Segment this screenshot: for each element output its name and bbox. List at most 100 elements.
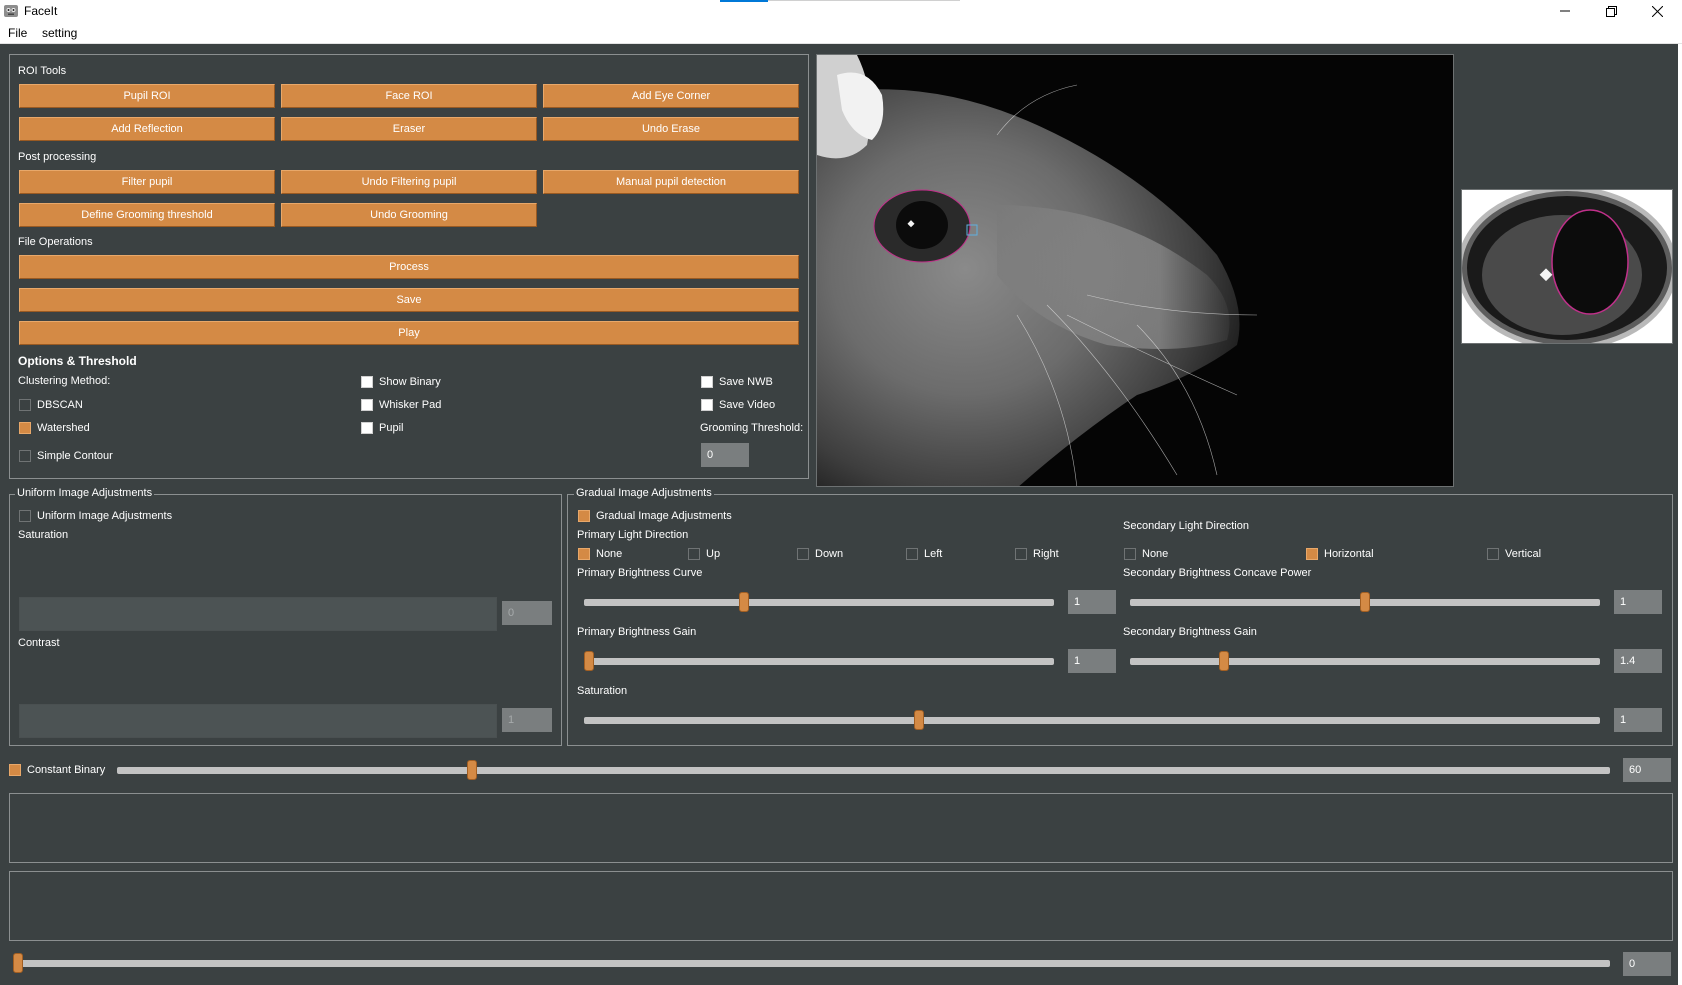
window-title: FaceIt (24, 4, 58, 18)
uniform-contrast-slider[interactable] (19, 704, 497, 738)
primary-direction-down-checkbox[interactable]: Down (797, 547, 843, 561)
frame-slider[interactable] (13, 953, 1610, 973)
filter-pupil-button[interactable]: Filter pupil (19, 170, 275, 194)
slider-handle[interactable] (914, 710, 925, 730)
app-icon (4, 5, 18, 17)
options-title: Options & Threshold (18, 354, 137, 368)
uniform-adjustments-legend: Uniform Image Adjustments (15, 487, 155, 499)
manual-pupil-detection-button[interactable]: Manual pupil detection (543, 170, 799, 194)
checkbox-box (361, 376, 373, 388)
slider-handle[interactable] (1219, 651, 1229, 671)
minimize-button[interactable] (1542, 0, 1588, 22)
plot-panel-bottom[interactable] (9, 871, 1673, 941)
slider-handle[interactable] (583, 651, 594, 671)
uniform-adjustments-checkbox[interactable]: Uniform Image Adjustments (19, 509, 172, 523)
simple-contour-checkbox[interactable]: Simple Contour (19, 449, 113, 463)
plot-panel-top[interactable] (9, 793, 1673, 863)
add-reflection-button[interactable]: Add Reflection (19, 117, 275, 141)
slider-handle[interactable] (1360, 592, 1370, 612)
checkbox-box (701, 376, 713, 388)
secondary-direction-horizontal-checkbox[interactable]: Horizontal (1306, 547, 1374, 561)
secondary-concave-power-slider[interactable] (1130, 592, 1600, 612)
checkbox-box (19, 510, 31, 522)
show-binary-checkbox[interactable]: Show Binary (361, 375, 441, 389)
primary-light-direction-label: Primary Light Direction (577, 529, 689, 541)
primary-brightness-curve-input[interactable]: 1 (1068, 590, 1116, 614)
restore-icon (1605, 5, 1617, 17)
menu-file[interactable]: File (8, 26, 27, 40)
uniform-saturation-slider[interactable] (19, 597, 497, 631)
undo-erase-button[interactable]: Undo Erase (543, 117, 799, 141)
uniform-saturation-label: Saturation (18, 529, 69, 541)
undo-filtering-pupil-button[interactable]: Undo Filtering pupil (281, 170, 537, 194)
whisker-pad-checkbox[interactable]: Whisker Pad (361, 398, 441, 412)
undo-grooming-button[interactable]: Undo Grooming (281, 203, 537, 227)
primary-brightness-curve-slider[interactable] (584, 592, 1054, 612)
pupil-roi-preview (1461, 189, 1673, 344)
eraser-button[interactable]: Eraser (281, 117, 537, 141)
constant-binary-checkbox[interactable]: Constant Binary (9, 763, 105, 777)
primary-direction-none-checkbox[interactable]: None (578, 547, 622, 561)
close-button[interactable] (1634, 0, 1680, 22)
save-nwb-checkbox[interactable]: Save NWB (701, 375, 773, 389)
pupil-checkbox[interactable]: Pupil (361, 421, 403, 435)
close-icon (1651, 5, 1663, 17)
primary-direction-right-checkbox[interactable]: Right (1015, 547, 1059, 561)
constant-binary-slider[interactable] (117, 760, 1610, 780)
secondary-concave-power-input[interactable]: 1 (1614, 590, 1662, 614)
pupil-roi-button[interactable]: Pupil ROI (19, 84, 275, 108)
gradual-adjustments-legend: Gradual Image Adjustments (574, 487, 714, 499)
post-processing-title: Post processing (18, 151, 97, 163)
gradual-adjustments-checkbox[interactable]: Gradual Image Adjustments (578, 509, 732, 523)
secondary-concave-power-label: Secondary Brightness Concave Power (1123, 567, 1312, 579)
play-button[interactable]: Play (19, 321, 799, 345)
menu-bar: File setting (0, 22, 1682, 44)
grooming-threshold-label: Grooming Threshold: (700, 422, 804, 434)
save-button[interactable]: Save (19, 288, 799, 312)
checkbox-box (9, 764, 21, 776)
process-button[interactable]: Process (19, 255, 799, 279)
checkbox-box (19, 450, 31, 462)
dbscan-checkbox[interactable]: DBSCAN (19, 398, 83, 412)
uniform-contrast-label: Contrast (18, 637, 60, 649)
slider-handle[interactable] (738, 592, 749, 612)
checkbox-box (1124, 548, 1136, 560)
watershed-checkbox[interactable]: Watershed (19, 421, 90, 435)
secondary-direction-none-checkbox[interactable]: None (1124, 547, 1168, 561)
primary-direction-left-checkbox[interactable]: Left (906, 547, 942, 561)
checkbox-box (701, 399, 713, 411)
clustering-method-label: Clustering Method: (18, 375, 111, 387)
menu-setting[interactable]: setting (42, 26, 77, 40)
uniform-saturation-input[interactable]: 0 (502, 601, 552, 625)
checkbox-box (1306, 548, 1318, 560)
roi-tools-title: ROI Tools (18, 65, 67, 77)
frame-input[interactable]: 0 (1623, 952, 1671, 976)
checkbox-box (19, 422, 31, 434)
face-roi-button[interactable]: Face ROI (281, 84, 537, 108)
gradual-saturation-input[interactable]: 1 (1614, 708, 1662, 732)
title-bar: FaceIt (0, 0, 1682, 22)
primary-brightness-gain-input[interactable]: 1 (1068, 649, 1116, 673)
save-video-checkbox[interactable]: Save Video (701, 398, 775, 412)
checkbox-box (688, 548, 700, 560)
primary-brightness-gain-label: Primary Brightness Gain (577, 626, 697, 638)
video-display[interactable] (816, 54, 1454, 487)
title-accent-line (720, 0, 768, 2)
secondary-direction-vertical-checkbox[interactable]: Vertical (1487, 547, 1541, 561)
define-grooming-threshold-button[interactable]: Define Grooming threshold (19, 203, 275, 227)
primary-brightness-gain-slider[interactable] (583, 651, 1054, 671)
gradual-saturation-slider[interactable] (584, 710, 1600, 730)
title-divider-line (768, 0, 960, 1)
secondary-brightness-gain-slider[interactable] (1130, 651, 1600, 671)
slider-handle[interactable] (467, 760, 478, 780)
slider-handle[interactable] (13, 953, 23, 973)
checkbox-box (19, 399, 31, 411)
maximize-button[interactable] (1588, 0, 1634, 22)
add-eye-corner-button[interactable]: Add Eye Corner (543, 84, 799, 108)
uniform-contrast-input[interactable]: 1 (502, 708, 552, 732)
constant-binary-input[interactable]: 60 (1623, 758, 1671, 782)
secondary-brightness-gain-input[interactable]: 1.4 (1614, 649, 1662, 673)
primary-direction-up-checkbox[interactable]: Up (688, 547, 720, 561)
file-operations-title: File Operations (18, 236, 93, 248)
grooming-threshold-input[interactable]: 0 (701, 443, 749, 467)
